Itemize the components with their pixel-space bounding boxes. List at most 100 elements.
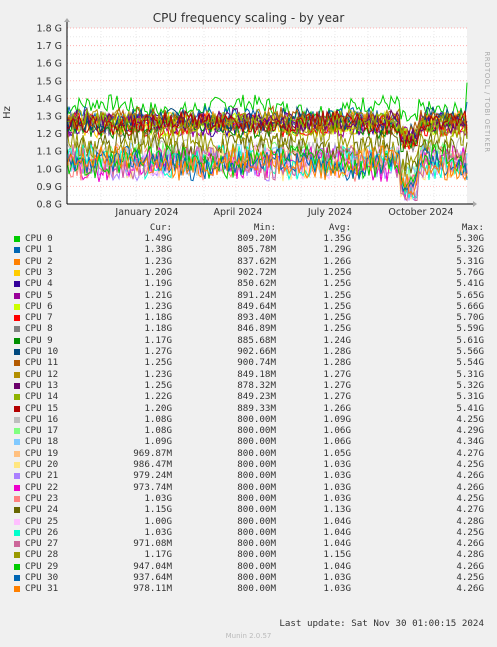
legend-min-value: 800.00M [237,526,276,538]
legend-min-value: 800.00M [237,560,276,572]
legend-series-name: CPU 18 [25,436,59,448]
legend-cur-value: 1.25G [144,357,172,369]
legend-swatch [14,439,20,446]
legend-row: CPU 25 1.00G 800.00M 1.04G 4.28G [0,516,497,527]
legend-avg-value: 1.25G [323,300,351,312]
x-tick-label: July 2024 [307,207,352,218]
legend-series-name: CPU 31 [25,583,59,595]
legend-swatch [14,258,20,265]
legend-min-value: 900.74M [237,357,276,369]
legend-cur-value: 1.17G [144,334,172,346]
legend-swatch [14,394,20,401]
legend-swatch [14,315,20,322]
legend-swatch [14,563,20,570]
y-tick-labels: 1.8 G 1.7 G 1.6 G 1.5 G 1.4 G 1.3 G 1.2 G 1.1 G… [37,24,63,211]
legend-cur-value: 1.08G [144,413,172,425]
legend-series-name: CPU 26 [25,526,59,538]
column-header-avg: Avg: [328,222,351,233]
legend-avg-value: 1.24G [323,334,351,346]
y-tick-label: 0.9 G [37,182,63,193]
legend-min-value: 800.00M [237,538,276,550]
legend-swatch [14,575,20,581]
legend-series-name: CPU 29 [25,560,59,572]
legend-series-name: CPU 11 [25,357,59,369]
legend-max-value: 5.32G [456,244,484,256]
legend-series-name: CPU 5 [25,289,53,301]
legend-cur-value: 1.15G [144,504,172,516]
legend-max-value: 5.70G [456,312,484,324]
legend-max-value: 4.25G [456,459,484,470]
legend-cur-value: 973.74M [133,481,172,493]
legend-swatch [14,586,20,593]
x-axis-arrow [473,201,477,207]
legend-max-value: 4.25G [456,492,484,504]
legend-swatch [14,529,20,536]
legend-swatch [14,303,20,310]
x-tick-label: January 2024 [114,207,178,218]
legend-cur-value: 1.49G [144,233,172,244]
y-tick-label: 1.6 G [37,59,63,70]
legend-avg-value: 1.26G [323,402,351,414]
legend-min-value: 850.62M [237,278,276,290]
legend-max-value: 4.29G [456,425,484,437]
x-tick-labels: January 2024 April 2024 July 2024 October 2… [114,207,453,218]
legend-cur-value: 969.87M [133,447,172,459]
legend-row: CPU 24 1.15G 800.00M 1.13G 4.27G [0,504,497,515]
legend-cur-value: 1.23G [144,255,172,267]
legend-cur-value: 971.08M [133,538,172,550]
legend-swatch [14,281,20,288]
x-tick-label: April 2024 [214,207,263,218]
legend-swatch [14,371,20,378]
legend-cur-value: 979.24M [133,470,172,482]
last-update: Last update: Sat Nov 30 01:00:15 2024 [279,618,484,629]
legend-min-value: 849.64M [237,300,276,312]
legend-max-value: 4.25G [456,572,484,583]
legend-avg-value: 1.13G [323,504,351,516]
legend-series-name: CPU 16 [25,413,59,425]
legend-avg-value: 1.05G [323,447,351,459]
legend-series-name: CPU 3 [25,266,53,278]
legend-swatch [14,269,20,276]
legend-avg-value: 1.28G [323,346,351,357]
legend-row: CPU 18 1.09G 800.00M 1.06G 4.34G [0,436,497,447]
legend-avg-value: 1.03G [323,583,351,595]
legend-swatch [14,360,20,367]
legend-cur-value: 1.20G [144,402,172,414]
legend-cur-value: 1.17G [144,549,172,561]
legend-cur-value: 1.27G [144,346,172,357]
legend-series-name: CPU 22 [25,481,59,493]
legend-avg-value: 1.27G [323,391,351,403]
legend-min-value: 800.00M [237,492,276,504]
legend-max-value: 4.28G [456,549,484,561]
legend-min-value: 885.68M [237,334,276,346]
legend-min-value: 849.18M [237,368,276,380]
legend-swatch [14,552,20,559]
legend-min-value: 902.72M [237,266,276,278]
legend-max-value: 5.31G [456,368,484,380]
legend-avg-value: 1.29G [323,244,351,256]
legend-series-name: CPU 2 [25,255,53,267]
legend-row: CPU 11 1.25G 900.74M 1.28G 5.54G [0,357,497,368]
legend-min-value: 889.33M [237,402,276,414]
y-tick-label: 1.7 G [37,41,63,52]
legend-cur-value: 1.00G [144,515,172,527]
legend-row: CPU 7 1.18G 893.40M 1.25G 5.70G [0,312,497,323]
legend-series-name: CPU 9 [25,334,53,346]
legend-max-value: 5.66G [456,300,484,312]
legend-min-value: 893.40M [237,312,276,324]
legend-min-value: 800.00M [237,504,276,516]
legend-swatch [14,518,20,525]
legend-cur-value: 1.18G [144,323,172,335]
legend-series-name: CPU 28 [25,549,59,561]
legend-row: CPU 23 1.03G 800.00M 1.03G 4.25G [0,493,497,504]
legend-max-value: 4.34G [456,436,484,448]
column-header-min: Min: [253,222,276,233]
chart-canvas: 1.8 G 1.7 G 1.6 G 1.5 G 1.4 G 1.3 G 1.2 G 1.1 G… [37,18,477,218]
y-tick-label: 1.5 G [37,76,63,87]
legend-series-name: CPU 10 [25,346,59,357]
legend-row: CPU 13 1.25G 878.32M 1.27G 5.32G [0,380,497,391]
column-header-cur: Cur: [149,222,172,233]
legend-swatch [14,484,20,491]
legend-min-value: 800.00M [237,425,276,437]
legend-swatch [14,405,20,412]
